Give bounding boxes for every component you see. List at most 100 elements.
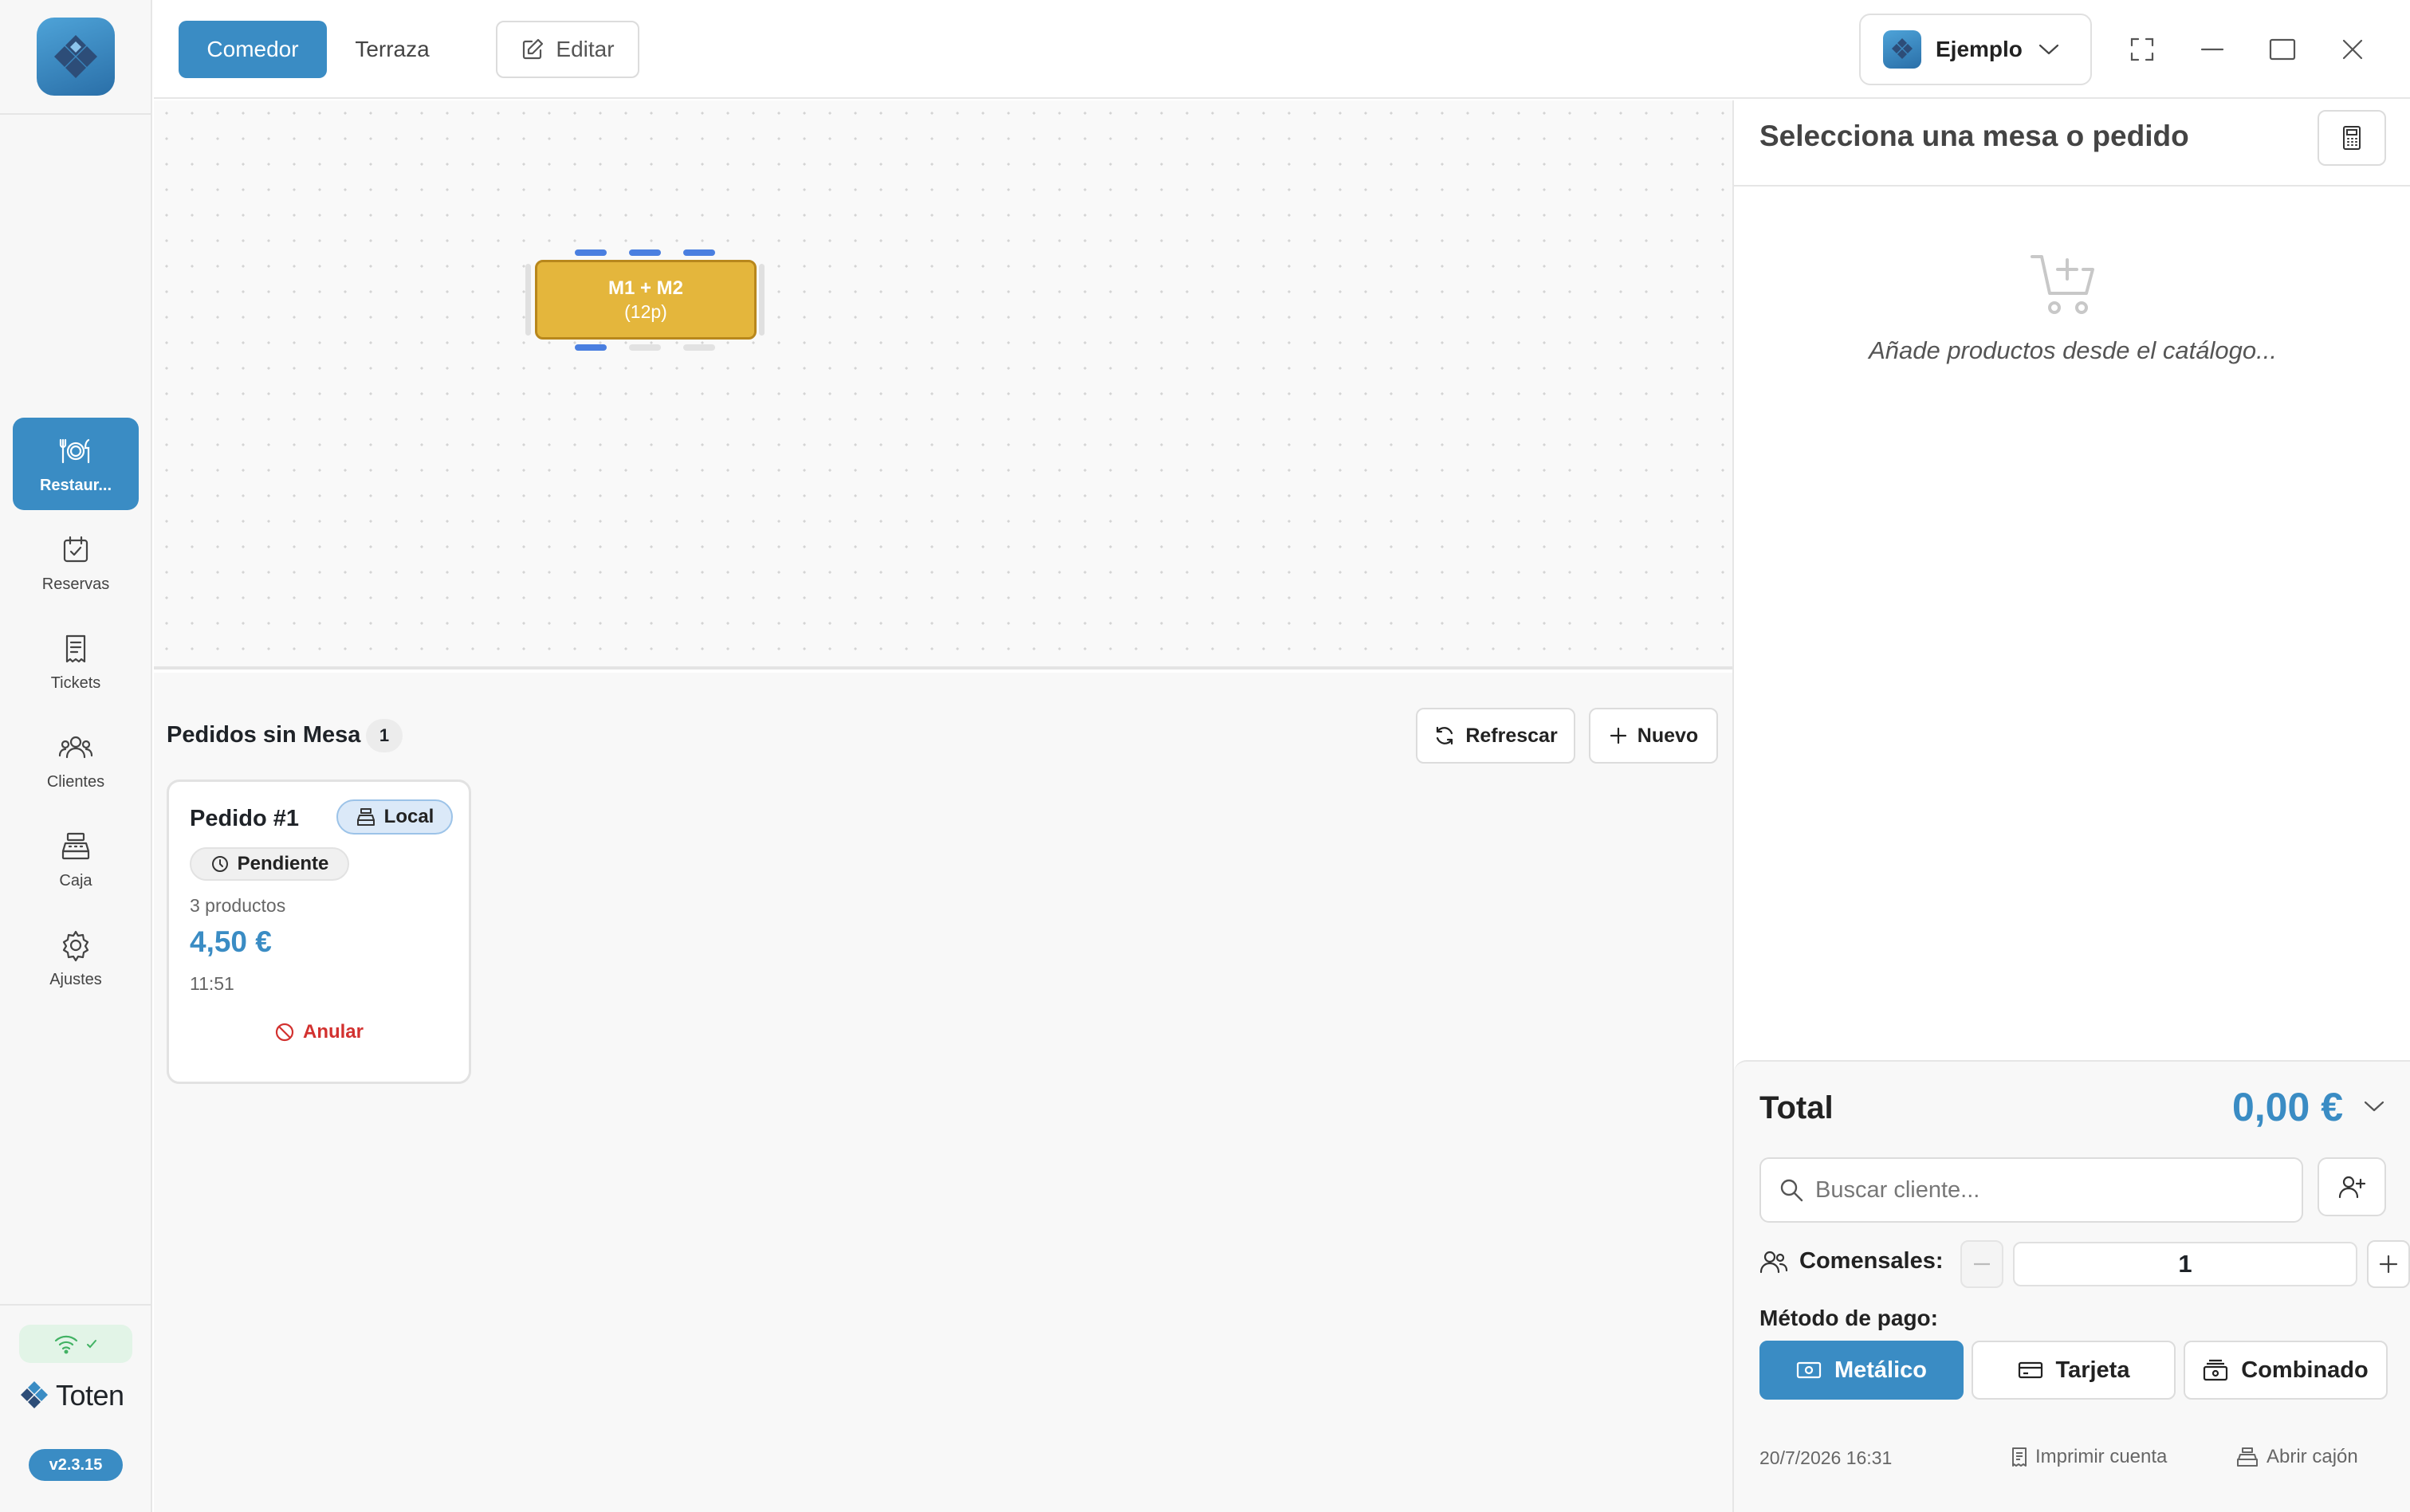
diners-label-text: Comensales:	[1799, 1248, 1944, 1274]
version-badge: v2.3.15	[29, 1449, 123, 1481]
table-m1-m2[interactable]: M1 + M2 (12p)	[535, 260, 757, 340]
fullscreen-button[interactable]	[2118, 26, 2166, 73]
payment-card-button[interactable]: Tarjeta	[1972, 1341, 2176, 1400]
table-chair	[629, 344, 661, 351]
minus-icon	[1974, 1263, 1990, 1266]
maximize-icon	[2269, 38, 2296, 61]
order-card[interactable]: Pedido #1 Local Pendiente 3 productos 4,…	[167, 780, 471, 1084]
open-drawer-label: Abrir cajón	[2267, 1446, 2358, 1467]
sidebar-item-cash-register[interactable]: Caja	[13, 813, 139, 905]
ban-icon	[275, 1023, 294, 1042]
tenant-select[interactable]: Ejemplo	[1859, 14, 2092, 85]
pencil-square-icon	[523, 38, 544, 60]
close-icon	[2342, 39, 2363, 60]
plus-icon	[2379, 1255, 2398, 1274]
checkout-section: Total 0,00 € Comensales: 1	[1734, 1060, 2410, 1512]
sidebar-item-tickets[interactable]: Tickets	[13, 615, 139, 708]
minimize-button[interactable]	[2188, 26, 2236, 73]
floor-plan: M1 + M2 (12p)	[154, 100, 1732, 670]
payment-cash-label: Metálico	[1834, 1357, 1928, 1383]
cash-stack-icon	[2204, 1359, 2228, 1381]
order-time: 11:51	[190, 973, 234, 994]
cart-plus-icon	[2031, 255, 2094, 314]
brand-name: Toten	[56, 1379, 124, 1412]
diners-decrement-button[interactable]	[1960, 1240, 2003, 1288]
diners-label: Comensales:	[1759, 1248, 1944, 1274]
order-panel: Selecciona una mesa o pedido Añade produ…	[1732, 100, 2410, 1512]
diners-row: Comensales: 1	[1759, 1237, 2410, 1290]
order-status-badge: Pendiente	[190, 847, 349, 881]
table-chair	[629, 249, 661, 256]
new-order-button-label: Nuevo	[1637, 724, 1699, 747]
store-icon	[356, 808, 375, 826]
table-chair	[575, 344, 607, 351]
cash-register-icon	[2237, 1447, 2258, 1467]
plate-cutlery-icon	[59, 438, 90, 463]
table-chair	[759, 264, 765, 336]
current-datetime: 20/7/2026 16:31	[1759, 1447, 1893, 1468]
sidebar-item-reservations[interactable]: Reservas	[13, 516, 139, 609]
payment-combined-button[interactable]: Combinado	[2184, 1341, 2388, 1400]
total-amount: 0,00 €	[2231, 1085, 2343, 1129]
gear-icon	[62, 930, 89, 961]
tenant-logo-icon	[1883, 30, 1921, 69]
sidebar-item-label: Tickets	[50, 674, 101, 692]
payment-cash-button[interactable]: Metálico	[1759, 1341, 1964, 1400]
sidebar-divider	[0, 1304, 152, 1306]
cancel-order-label: Anular	[302, 1021, 364, 1043]
chevron-down-icon[interactable]	[2362, 1098, 2386, 1114]
users-icon	[1759, 1251, 1788, 1273]
customer-search	[1759, 1157, 2303, 1223]
customer-search-input[interactable]	[1815, 1176, 2294, 1204]
connection-status	[19, 1325, 132, 1363]
calculator-icon	[2343, 126, 2361, 150]
refresh-button-label: Refrescar	[1465, 724, 1558, 747]
payment-card-label: Tarjeta	[2055, 1357, 2130, 1383]
diners-increment-button[interactable]	[2367, 1240, 2410, 1288]
sidebar: Restaur... Reservas Tickets Clientes Caj…	[0, 0, 152, 1512]
calculator-button[interactable]	[2318, 110, 2386, 166]
sidebar-item-restaurant[interactable]: Restaur...	[13, 418, 139, 510]
edit-button[interactable]: Editar	[496, 21, 639, 78]
table-capacity: (12p)	[624, 300, 667, 322]
section-title: Pedidos sin Mesa	[167, 722, 361, 748]
table-chair	[575, 249, 607, 256]
minimize-icon	[2200, 48, 2224, 51]
order-products-count: 3 productos	[190, 895, 286, 916]
top-bar: Comedor Terraza Editar Ejemplo	[154, 0, 2410, 99]
diners-count-field[interactable]: 1	[2013, 1242, 2357, 1286]
tab-comedor[interactable]: Comedor	[179, 21, 327, 78]
order-status-label: Pendiente	[237, 853, 329, 874]
plus-icon	[1610, 727, 1626, 744]
print-bill-label: Imprimir cuenta	[2035, 1446, 2168, 1467]
search-icon	[1780, 1179, 1803, 1202]
order-type-badge: Local	[336, 799, 453, 835]
panel-header: Selecciona una mesa o pedido	[1734, 100, 2410, 187]
new-order-button[interactable]: Nuevo	[1589, 708, 1718, 764]
add-customer-button[interactable]	[2318, 1157, 2386, 1216]
order-amount: 4,50 €	[190, 925, 272, 958]
tab-terraza[interactable]: Terraza	[340, 21, 444, 78]
total-label: Total	[1759, 1090, 1834, 1125]
sidebar-item-customers[interactable]: Clientes	[13, 714, 139, 807]
maximize-button[interactable]	[2259, 26, 2306, 73]
order-type-label: Local	[383, 806, 434, 827]
tenant-name: Ejemplo	[1936, 37, 2023, 61]
refresh-icon	[1437, 726, 1453, 745]
cash-register-icon	[61, 832, 90, 859]
sidebar-item-label: Clientes	[46, 772, 105, 791]
users-icon	[58, 736, 93, 758]
close-button[interactable]	[2329, 26, 2377, 73]
refresh-button[interactable]: Refrescar	[1416, 708, 1575, 764]
print-bill-button[interactable]: Imprimir cuenta	[2011, 1446, 2167, 1468]
sidebar-item-label: Restaur...	[39, 476, 112, 494]
brand-logo-icon	[21, 1381, 48, 1408]
app-logo[interactable]	[37, 18, 115, 96]
panel-title: Selecciona una mesa o pedido	[1759, 120, 2189, 152]
open-drawer-button[interactable]: Abrir cajón	[2236, 1446, 2358, 1468]
sidebar-item-label: Reservas	[41, 575, 110, 593]
cash-icon	[1796, 1361, 1822, 1379]
sidebar-item-settings[interactable]: Ajustes	[13, 912, 139, 1004]
payment-combined-label: Combinado	[2241, 1357, 2369, 1383]
cancel-order-button[interactable]: Anular	[169, 1021, 469, 1043]
